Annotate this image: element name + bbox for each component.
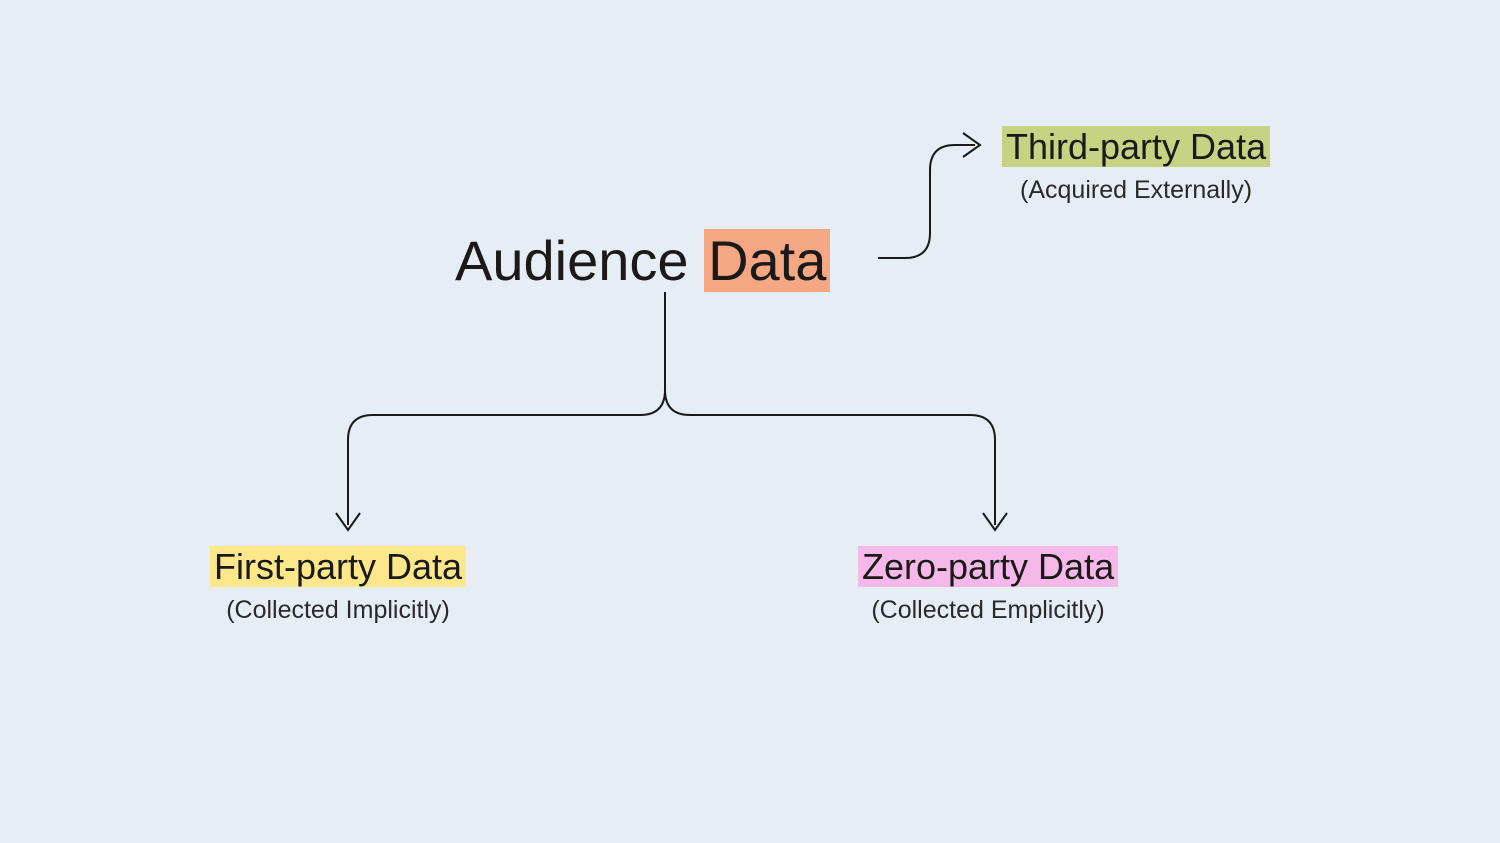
first-party-title-text: First-party Data — [210, 546, 466, 587]
root-title: Audience Data — [455, 229, 830, 292]
first-party-node: First-party Data (Collected Implicitly) — [210, 545, 466, 625]
connector-lines — [0, 0, 1500, 843]
root-node: Audience Data — [455, 228, 830, 293]
zero-party-title-text: Zero-party Data — [858, 546, 1118, 587]
zero-party-title: Zero-party Data — [858, 545, 1118, 588]
zero-party-subtitle: (Collected Emplicitly) — [858, 596, 1118, 625]
third-party-subtitle: (Acquired Externally) — [1002, 176, 1270, 205]
root-label-part1: Audience — [455, 229, 704, 292]
third-party-title-text: Third-party Data — [1002, 126, 1270, 167]
zero-party-node: Zero-party Data (Collected Emplicitly) — [858, 545, 1118, 625]
first-party-title: First-party Data — [210, 545, 466, 588]
diagram-container: Audience Data Third-party Data (Acquired… — [0, 0, 1500, 843]
third-party-node: Third-party Data (Acquired Externally) — [1002, 125, 1270, 205]
first-party-subtitle: (Collected Implicitly) — [210, 596, 466, 625]
root-label-part2: Data — [704, 229, 830, 292]
third-party-title: Third-party Data — [1002, 125, 1270, 168]
